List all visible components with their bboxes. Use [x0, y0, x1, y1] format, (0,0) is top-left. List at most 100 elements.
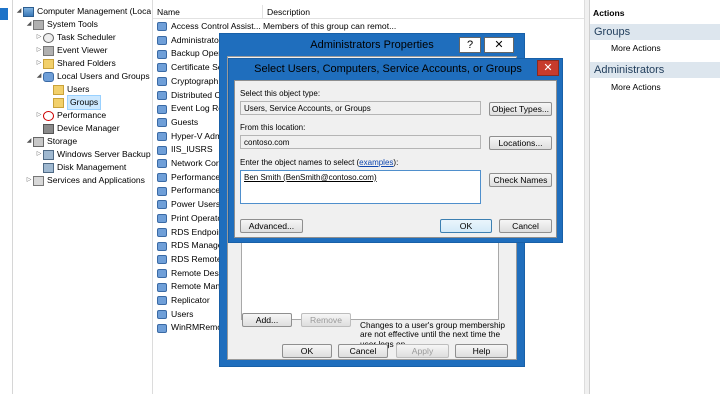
cancel-button[interactable]: Cancel — [338, 344, 388, 358]
tree-item-services-applications[interactable]: ▷ Services and Applications — [25, 174, 145, 187]
event-icon — [43, 45, 54, 56]
ok-button[interactable]: OK — [440, 219, 492, 233]
group-icon — [157, 200, 167, 210]
edge-selection-marker — [0, 8, 8, 20]
object-type-field: Users, Service Accounts, or Groups — [240, 101, 481, 115]
expand-arrow-icon[interactable]: ▷ — [35, 57, 43, 70]
storage-icon — [33, 136, 44, 147]
backup-icon — [43, 149, 54, 160]
column-header-description[interactable]: Description — [263, 5, 585, 19]
cancel-button[interactable]: Cancel — [499, 219, 552, 233]
advanced-button[interactable]: Advanced... — [240, 219, 303, 233]
object-types-button[interactable]: Object Types... — [489, 102, 552, 116]
tree-item-groups[interactable]: Groups — [53, 95, 102, 110]
check-names-button[interactable]: Check Names — [489, 173, 552, 187]
clock-icon — [43, 32, 54, 43]
close-icon[interactable]: ✕ — [484, 37, 514, 53]
tree-item-computer-management[interactable]: ◢ Computer Management (Local — [15, 5, 151, 18]
group-name: Access Control Assist... — [171, 21, 261, 31]
group-icon — [157, 310, 167, 320]
tree-item-shared-folders[interactable]: ▷ Shared Folders — [35, 57, 116, 70]
tree-item-storage[interactable]: ◢ Storage — [25, 135, 77, 148]
more-actions-administrators[interactable]: More Actions — [611, 82, 661, 92]
group-icon — [157, 186, 167, 196]
remove-button[interactable]: Remove — [301, 313, 351, 327]
object-names-label-end: ): — [393, 158, 399, 167]
help-icon[interactable]: ? — [459, 37, 481, 53]
group-icon — [157, 22, 167, 32]
table-row[interactable]: Access Control Assist... Members of this … — [153, 20, 585, 34]
performance-icon — [43, 110, 54, 121]
folder-icon — [53, 84, 64, 95]
more-actions-groups[interactable]: More Actions — [611, 43, 661, 53]
tree-item-label: Event Viewer — [57, 45, 108, 55]
group-description: Members of this group can remot... — [263, 21, 397, 31]
disk-icon — [43, 162, 54, 173]
group-icon — [157, 296, 167, 306]
collapse-arrow-icon[interactable]: ◢ — [25, 135, 33, 148]
tree-item-label: Disk Management — [57, 162, 127, 172]
tree-item-disk-management[interactable]: Disk Management — [43, 161, 126, 174]
close-icon[interactable]: ✕ — [537, 60, 559, 76]
actions-section-administrators[interactable]: Administrators — [590, 62, 720, 78]
members-list[interactable] — [241, 241, 499, 320]
group-icon — [157, 104, 167, 114]
tree-item-performance[interactable]: ▷ Performance — [35, 109, 106, 122]
group-icon — [157, 49, 167, 59]
group-icon — [157, 227, 167, 237]
locations-button[interactable]: Locations... — [489, 136, 552, 150]
tree-item-task-scheduler[interactable]: ▷ Task Scheduler — [35, 31, 116, 44]
tree-item-event-viewer[interactable]: ▷ Event Viewer — [35, 44, 107, 57]
expand-arrow-icon[interactable]: ▷ — [25, 174, 33, 187]
examples-link[interactable]: examples — [359, 158, 393, 167]
expand-arrow-icon[interactable]: ▷ — [35, 148, 43, 161]
collapse-arrow-icon[interactable]: ◢ — [25, 18, 33, 31]
select-users-dialog: Select Users, Computers, Service Account… — [228, 58, 563, 243]
group-icon — [157, 282, 167, 292]
tree-item-system-tools[interactable]: ◢ System Tools — [25, 18, 98, 31]
column-header-name[interactable]: Name — [153, 5, 263, 19]
tree-item-label: Services and Applications — [47, 175, 145, 185]
services-icon — [33, 175, 44, 186]
actions-pane: Actions Groups More Actions Administrato… — [589, 0, 720, 394]
location-field: contoso.com — [240, 135, 481, 149]
object-names-label: Enter the object names to select (exampl… — [240, 158, 398, 167]
dialog-title: Select Users, Computers, Service Account… — [254, 63, 522, 75]
expand-arrow-icon[interactable]: ▷ — [35, 44, 43, 57]
actions-section-groups[interactable]: Groups — [590, 24, 720, 40]
tree-item-label: Shared Folders — [57, 58, 116, 68]
group-icon — [157, 118, 167, 128]
dialog-body: Select this object type: Users, Service … — [234, 80, 557, 238]
tree-item-label: Groups — [67, 95, 102, 110]
tree-item-label: Task Scheduler — [57, 32, 116, 42]
tree-item-windows-server-backup[interactable]: ▷ Windows Server Backup — [35, 148, 151, 161]
tree-item-label: Storage — [47, 136, 78, 146]
object-names-input[interactable]: Ben Smith (BenSmith@contoso.com) — [240, 170, 481, 204]
object-names-label-text: Enter the object names to select ( — [240, 158, 360, 167]
tree-item-label: Windows Server Backup — [57, 149, 151, 159]
list-header: Name Description — [153, 5, 585, 19]
share-icon — [43, 58, 54, 69]
help-button[interactable]: Help — [455, 344, 508, 358]
tree-item-local-users-groups[interactable]: ◢ Local Users and Groups — [35, 70, 150, 83]
expand-arrow-icon[interactable]: ▷ — [35, 31, 43, 44]
folder-icon — [53, 97, 64, 108]
group-icon — [157, 63, 167, 73]
collapse-arrow-icon[interactable]: ◢ — [35, 70, 43, 83]
add-button[interactable]: Add... — [242, 313, 292, 327]
left-edge-strip — [0, 0, 13, 394]
ok-button[interactable]: OK — [282, 344, 332, 358]
device-icon — [43, 123, 54, 134]
group-icon — [157, 131, 167, 141]
group-icon — [157, 173, 167, 183]
collapse-arrow-icon[interactable]: ◢ — [15, 5, 23, 18]
group-icon — [157, 241, 167, 251]
object-type-label: Select this object type: — [240, 89, 321, 98]
group-icon — [157, 145, 167, 155]
tree-item-label: Local Users and Groups — [57, 71, 150, 81]
users-icon — [43, 71, 54, 82]
group-icon — [157, 214, 167, 224]
expand-arrow-icon[interactable]: ▷ — [35, 109, 43, 122]
tree-item-device-manager[interactable]: Device Manager — [43, 122, 120, 135]
apply-button[interactable]: Apply — [396, 344, 449, 358]
